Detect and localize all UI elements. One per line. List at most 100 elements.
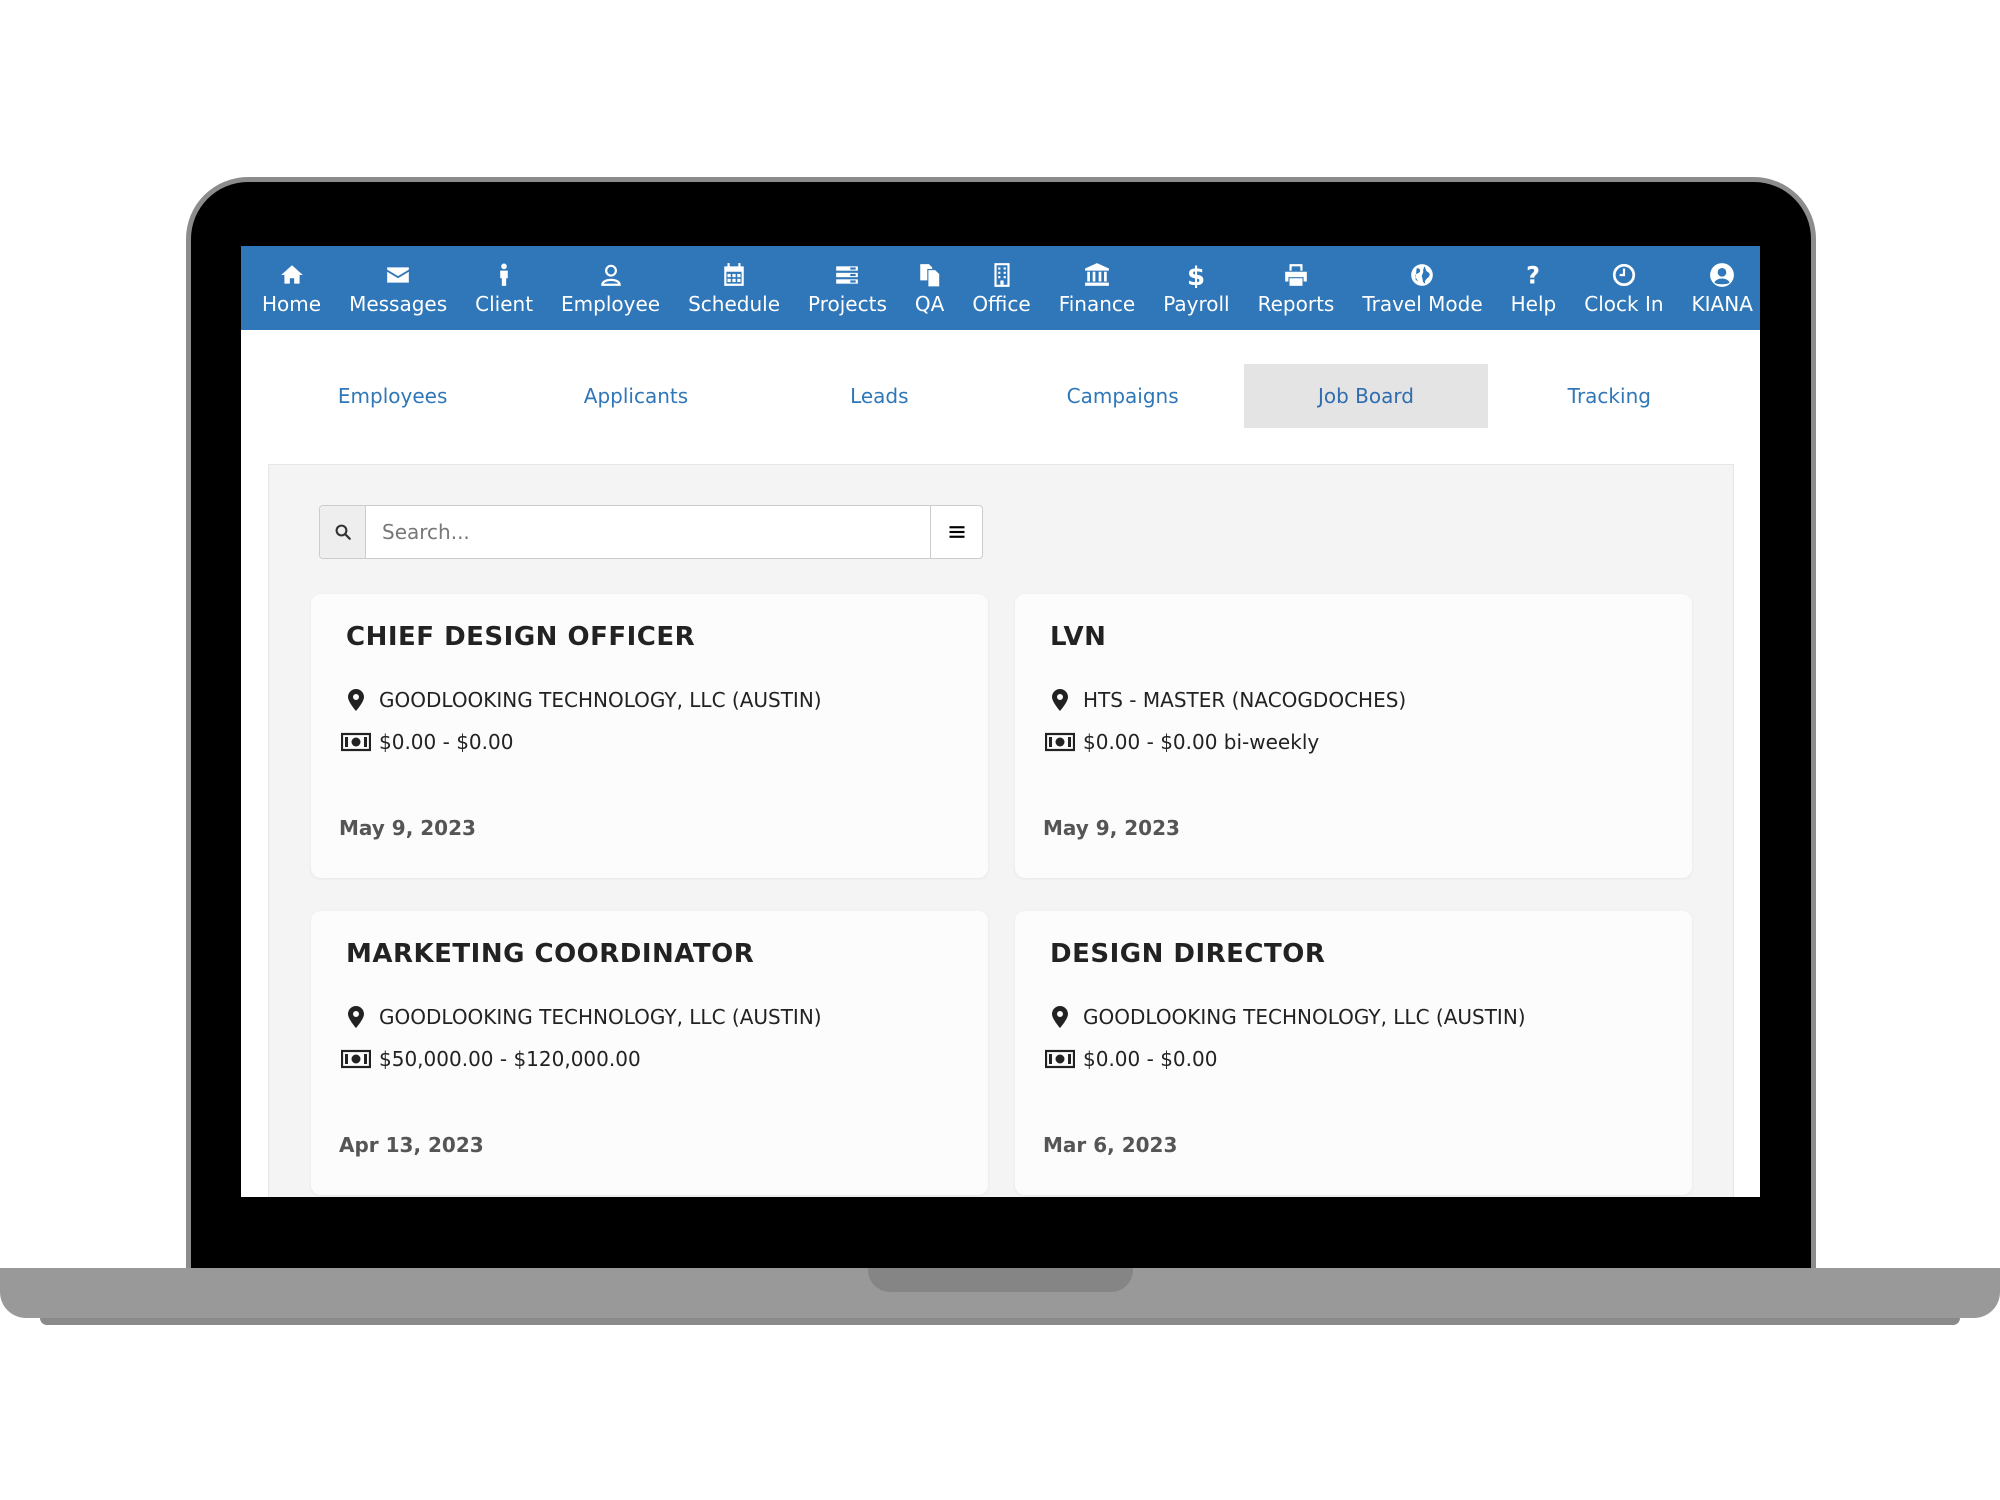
money-bill-icon [1045,732,1075,752]
clock-icon [1611,260,1637,290]
building-icon [989,260,1015,290]
nav-label: Messages [349,292,448,316]
job-card[interactable]: CHIEF DESIGN OFFICER GOODLOOKING TECHNOL… [311,594,988,878]
nav-label: Schedule [688,292,781,316]
nav-label: Reports [1257,292,1335,316]
svg-text:$: $ [1187,262,1205,288]
nav-item-user-kiana[interactable]: KIANA [1678,246,1760,330]
job-location: GOODLOOKING TECHNOLOGY, LLC (AUSTIN) [379,688,822,712]
documents-icon [917,260,943,290]
tab-tracking[interactable]: Tracking [1488,364,1731,428]
nav-label: KIANA [1691,292,1753,316]
money-bill-icon [341,732,371,752]
tab-campaigns[interactable]: Campaigns [1001,364,1244,428]
job-card[interactable]: DESIGN DIRECTOR GOODLOOKING TECHNOLOGY, … [1015,911,1692,1195]
nav-item-office[interactable]: Office [958,246,1044,330]
user-outline-icon [598,260,624,290]
envelope-icon [385,260,411,290]
home-icon [279,260,305,290]
job-title: MARKETING COORDINATOR [346,939,755,969]
nav-item-schedule[interactable]: Schedule [674,246,794,330]
job-title: DESIGN DIRECTOR [1050,939,1326,969]
search-input[interactable] [366,506,930,558]
screen: Home Messages Client Employee Schedule P… [241,246,1760,1197]
printer-icon [1283,260,1309,290]
sub-tabs: Employees Applicants Leads Campaigns Job… [271,364,1731,428]
globe-icon [1409,260,1435,290]
job-date: May 9, 2023 [1043,816,1180,840]
nav-label: Projects [808,292,887,316]
job-title: CHIEF DESIGN OFFICER [346,622,696,652]
job-pay: $0.00 - $0.00 [379,730,514,754]
nav-label: Help [1510,292,1557,316]
nav-item-projects[interactable]: Projects [794,246,901,330]
nav-label: Travel Mode [1362,292,1483,316]
bank-icon [1084,260,1110,290]
job-card[interactable]: LVN HTS - MASTER (NACOGDOCHES) $0.00 - $… [1015,594,1692,878]
tab-leads[interactable]: Leads [758,364,1001,428]
calendar-icon [721,260,747,290]
nav-item-payroll[interactable]: $ Payroll [1149,246,1243,330]
job-location-row: HTS - MASTER (NACOGDOCHES) [1045,688,1406,712]
job-date: Mar 6, 2023 [1043,1133,1178,1157]
job-location-row: GOODLOOKING TECHNOLOGY, LLC (AUSTIN) [1045,1005,1526,1029]
nav-label: Home [262,292,322,316]
nav-label: Finance [1058,292,1136,316]
job-location: GOODLOOKING TECHNOLOGY, LLC (AUSTIN) [1083,1005,1526,1029]
map-pin-icon [341,689,371,711]
nav-label: Employee [561,292,661,316]
nav-item-employee[interactable]: Employee [547,246,674,330]
nav-item-reports[interactable]: Reports [1244,246,1349,330]
list-icon [834,260,860,290]
nav-item-home[interactable]: Home [248,246,335,330]
job-card[interactable]: MARKETING COORDINATOR GOODLOOKING TECHNO… [311,911,988,1195]
nav-item-qa[interactable]: QA [901,246,958,330]
search-icon[interactable] [320,506,366,558]
nav-item-help[interactable]: ? Help [1497,246,1571,330]
nav-label: Payroll [1163,292,1230,316]
nav-label: Client [475,292,534,316]
tab-applicants[interactable]: Applicants [514,364,757,428]
job-pay: $0.00 - $0.00 bi-weekly [1083,730,1320,754]
nav-item-finance[interactable]: Finance [1045,246,1150,330]
job-date: May 9, 2023 [339,816,476,840]
hamburger-icon [949,526,964,538]
job-pay: $0.00 - $0.00 [1083,1047,1218,1071]
dollar-icon: $ [1183,260,1209,290]
job-pay-row: $50,000.00 - $120,000.00 [341,1047,641,1071]
tab-job-board[interactable]: Job Board [1244,364,1488,428]
nav-item-messages[interactable]: Messages [335,246,461,330]
top-nav: Home Messages Client Employee Schedule P… [241,246,1760,330]
nav-label: Office [972,292,1031,316]
nav-item-client[interactable]: Client [461,246,547,330]
job-pay-row: $0.00 - $0.00 [1045,1047,1217,1071]
person-icon [491,260,517,290]
job-location-row: GOODLOOKING TECHNOLOGY, LLC (AUSTIN) [341,688,822,712]
map-pin-icon [1045,689,1075,711]
job-pay: $50,000.00 - $120,000.00 [379,1047,641,1071]
money-bill-icon [341,1049,371,1069]
nav-item-clock-in[interactable]: Clock In [1570,246,1677,330]
nav-label: Clock In [1584,292,1664,316]
job-location: HTS - MASTER (NACOGDOCHES) [1083,688,1407,712]
money-bill-icon [1045,1049,1075,1069]
svg-text:?: ? [1527,262,1541,288]
job-location-row: GOODLOOKING TECHNOLOGY, LLC (AUSTIN) [341,1005,822,1029]
job-pay-row: $0.00 - $0.00 bi-weekly [1045,730,1319,754]
job-board-panel: CHIEF DESIGN OFFICER GOODLOOKING TECHNOL… [268,464,1734,1197]
tab-employees[interactable]: Employees [271,364,514,428]
user-circle-icon [1709,260,1735,290]
job-pay-row: $0.00 - $0.00 [341,730,513,754]
nav-item-travel-mode[interactable]: Travel Mode [1348,246,1496,330]
job-date: Apr 13, 2023 [339,1133,484,1157]
job-title: LVN [1050,622,1107,652]
laptop-notch [868,1268,1133,1292]
question-icon: ? [1520,260,1546,290]
map-pin-icon [1045,1006,1075,1028]
nav-label: QA [914,292,945,316]
laptop-base-shadow [40,1318,1960,1325]
map-pin-icon [341,1006,371,1028]
filter-menu-button[interactable] [930,506,982,558]
job-location: GOODLOOKING TECHNOLOGY, LLC (AUSTIN) [379,1005,822,1029]
search-bar [319,505,983,559]
